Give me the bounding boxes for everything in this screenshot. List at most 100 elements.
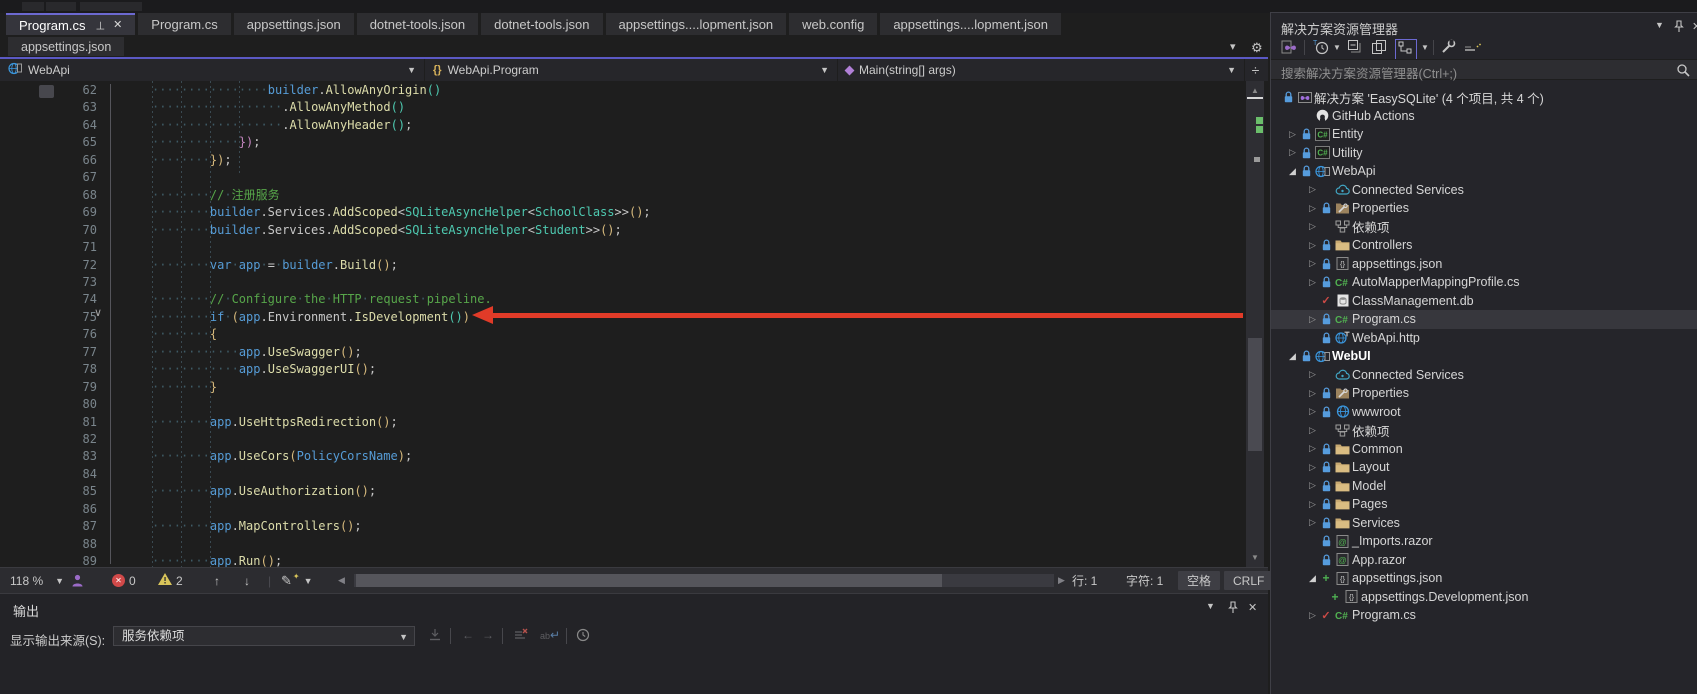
tree-item-wwwroot[interactable]: ▷wwwroot (1271, 403, 1697, 422)
tree-item--[interactable]: ▷依赖项 (1271, 421, 1697, 440)
code-line-88[interactable]: 88 (0, 536, 1246, 553)
tree-collapsed-icon[interactable]: ▷ (1306, 462, 1319, 473)
solution-explorer-search-input[interactable]: 搜索解决方案资源管理器(Ctrl+;) (1271, 59, 1697, 80)
scroll-up-icon[interactable]: ▲ (1246, 86, 1264, 95)
tree-item-pages[interactable]: ▷Pages (1271, 495, 1697, 514)
pin-icon[interactable] (1674, 20, 1684, 36)
close-icon[interactable]: ✕ (1248, 601, 1257, 614)
code-line-72[interactable]: 72········var·app·=·builder.Build(); (0, 257, 1246, 274)
tree-item-appsettings-json[interactable]: ◢+{}appsettings.json (1271, 569, 1697, 588)
tree-item-automappermappingprofile-cs[interactable]: ▷C#AutoMapperMappingProfile.cs (1271, 273, 1697, 292)
document-tab-appsettings-lopment-json[interactable]: appsettings....lopment.json (880, 13, 1061, 35)
previous-message-icon[interactable]: ← (462, 628, 474, 642)
document-tab-program-cs[interactable]: Program.cs⊣✕ (6, 13, 135, 35)
tree-item-classmanagement-db[interactable]: ✓ClassManagement.db (1271, 292, 1697, 311)
error-count[interactable]: ✕ 0 (112, 568, 136, 593)
tree-collapsed-icon[interactable]: ▷ (1306, 499, 1319, 510)
switch-views-icon[interactable] (1464, 39, 1482, 60)
code-line-64[interactable]: 64··················.AllowAnyHeader(); (0, 117, 1246, 134)
tree-item-common[interactable]: ▷Common (1271, 440, 1697, 459)
code-line-76[interactable]: 76········{ (0, 326, 1246, 343)
code-line-70[interactable]: 70········builder.Services.AddScoped<SQL… (0, 222, 1246, 239)
document-tab-web-config[interactable]: web.config (789, 13, 877, 35)
code-line-85[interactable]: 85········app.UseAuthorization(); (0, 483, 1246, 500)
tree-item-github-actions[interactable]: GitHub Actions (1271, 107, 1697, 126)
tree-item--imports-razor[interactable]: @_Imports.razor (1271, 532, 1697, 551)
next-message-icon[interactable]: → (482, 628, 494, 642)
scrollbar-thumb[interactable] (1248, 338, 1262, 451)
breadcrumb-member-dropdown[interactable]: Main(string[] args) ▼ (838, 59, 1245, 81)
tree-collapsed-icon[interactable]: ▷ (1306, 184, 1319, 195)
chevron-down-icon[interactable]: ▼ (1421, 43, 1429, 52)
code-line-82[interactable]: 82 (0, 431, 1246, 448)
spaces-mode-toggle[interactable]: 空格 (1178, 571, 1220, 590)
tree-collapsed-icon[interactable]: ▷ (1306, 425, 1319, 436)
code-line-73[interactable]: 73 (0, 274, 1246, 291)
chevron-down-icon[interactable]: ▼ (1655, 20, 1664, 30)
code-line-69[interactable]: 69········builder.Services.AddScoped<SQL… (0, 204, 1246, 221)
tree-item-program-cs[interactable]: ▷C#Program.cs (1271, 310, 1697, 329)
word-wrap-icon[interactable]: ab↵ (540, 628, 560, 642)
zoom-level-dropdown[interactable]: 118 % ▼ (10, 568, 64, 593)
tree-item-model[interactable]: ▷Model (1271, 477, 1697, 496)
chevron-down-icon[interactable]: ▼ (1333, 43, 1341, 52)
close-icon[interactable]: ✕ (1692, 20, 1697, 33)
tree-collapsed-icon[interactable]: ▷ (1306, 443, 1319, 454)
properties-pages-icon[interactable] (1371, 39, 1387, 60)
code-line-62[interactable]: 62················builder.AllowAnyOrigin… (0, 82, 1246, 99)
tree-item-properties[interactable]: ▷Properties (1271, 199, 1697, 218)
split-window-button[interactable]: ÷ (1244, 59, 1266, 81)
tree-item-webapi[interactable]: ◢WebApi (1271, 162, 1697, 181)
scrollbar-thumb[interactable] (356, 574, 942, 587)
code-line-65[interactable]: 65············}); (0, 134, 1246, 151)
sync-with-active-document-icon[interactable] (1281, 39, 1298, 60)
clear-all-icon[interactable] (514, 628, 529, 645)
document-tab-appsettings-json[interactable]: appsettings.json (8, 37, 124, 56)
code-line-79[interactable]: 79········} (0, 379, 1246, 396)
line-ending-indicator[interactable]: CRLF (1224, 571, 1273, 590)
pending-changes-filter-icon[interactable]: T (1313, 39, 1330, 60)
code-line-63[interactable]: 63··················.AllowAnyMethod() (0, 99, 1246, 116)
tree-collapsed-icon[interactable]: ▷ (1306, 480, 1319, 491)
tree-item-entity[interactable]: ▷C#Entity (1271, 125, 1697, 144)
code-line-81[interactable]: 81········app.UseHttpsRedirection(); (0, 414, 1246, 431)
tree-item-connected-services[interactable]: ▷Connected Services (1271, 181, 1697, 200)
tree-expanded-icon[interactable]: ◢ (1286, 166, 1299, 177)
chevron-down-icon[interactable]: ▼ (1206, 601, 1215, 611)
document-tab-appsettings-lopment-json[interactable]: appsettings....lopment.json (606, 13, 787, 35)
tab-well-options-gear-icon[interactable]: ⚙ (1251, 40, 1263, 56)
code-line-89[interactable]: 89········app.Run(); (0, 553, 1246, 567)
tree-collapsed-icon[interactable]: ▷ (1306, 610, 1319, 621)
document-tab-dotnet-tools-json[interactable]: dotnet-tools.json (481, 13, 602, 35)
tree-collapsed-icon[interactable]: ▷ (1306, 388, 1319, 399)
tree-collapsed-icon[interactable]: ▷ (1306, 221, 1319, 232)
tree-item-connected-services[interactable]: ▷Connected Services (1271, 366, 1697, 385)
tree-item--easysqlite-4-4-[interactable]: 解决方案 'EasySQLite' (4 个项目, 共 4 个) (1271, 88, 1697, 107)
tree-item-webui[interactable]: ◢WebUI (1271, 347, 1697, 366)
tree-item-appsettings-development-json[interactable]: +{}appsettings.Development.json (1271, 588, 1697, 607)
code-line-80[interactable]: 80 (0, 396, 1246, 413)
document-tab-appsettings-json[interactable]: appsettings.json (234, 13, 354, 35)
code-editor[interactable]: ∨ 62················builder.AllowAnyOrig… (0, 81, 1268, 567)
code-line-84[interactable]: 84 (0, 466, 1246, 483)
editor-horizontal-scrollbar[interactable] (354, 574, 1054, 587)
breadcrumb-project-dropdown[interactable]: WebApi ▼ (0, 59, 425, 81)
editor-vertical-scrollbar[interactable]: ▲ ▼ (1246, 81, 1264, 567)
tab-list-chevron-icon[interactable]: ▾ (1230, 40, 1236, 53)
code-line-74[interactable]: 74········//·Configure·the·HTTP·request·… (0, 291, 1246, 308)
code-line-86[interactable]: 86 (0, 501, 1246, 518)
scroll-down-icon[interactable]: ▼ (1246, 553, 1264, 562)
jump-to-message-icon[interactable] (428, 628, 442, 645)
tree-collapsed-icon[interactable]: ▷ (1306, 277, 1319, 288)
code-line-83[interactable]: 83········app.UseCors(PolicyCorsName); (0, 448, 1246, 465)
collapse-all-icon[interactable] (1347, 39, 1363, 60)
code-line-67[interactable]: 67 (0, 169, 1246, 186)
tree-collapsed-icon[interactable]: ▷ (1306, 517, 1319, 528)
output-source-dropdown[interactable]: 服务依赖项 ▼ (113, 626, 415, 646)
tree-item-controllers[interactable]: ▷Controllers (1271, 236, 1697, 255)
tree-collapsed-icon[interactable]: ▷ (1286, 129, 1299, 140)
scroll-right-icon[interactable]: ▶ (1058, 568, 1065, 593)
tree-collapsed-icon[interactable]: ▷ (1306, 240, 1319, 251)
document-tab-dotnet-tools-json[interactable]: dotnet-tools.json (357, 13, 478, 35)
document-tab-program-cs[interactable]: Program.cs (138, 13, 230, 35)
